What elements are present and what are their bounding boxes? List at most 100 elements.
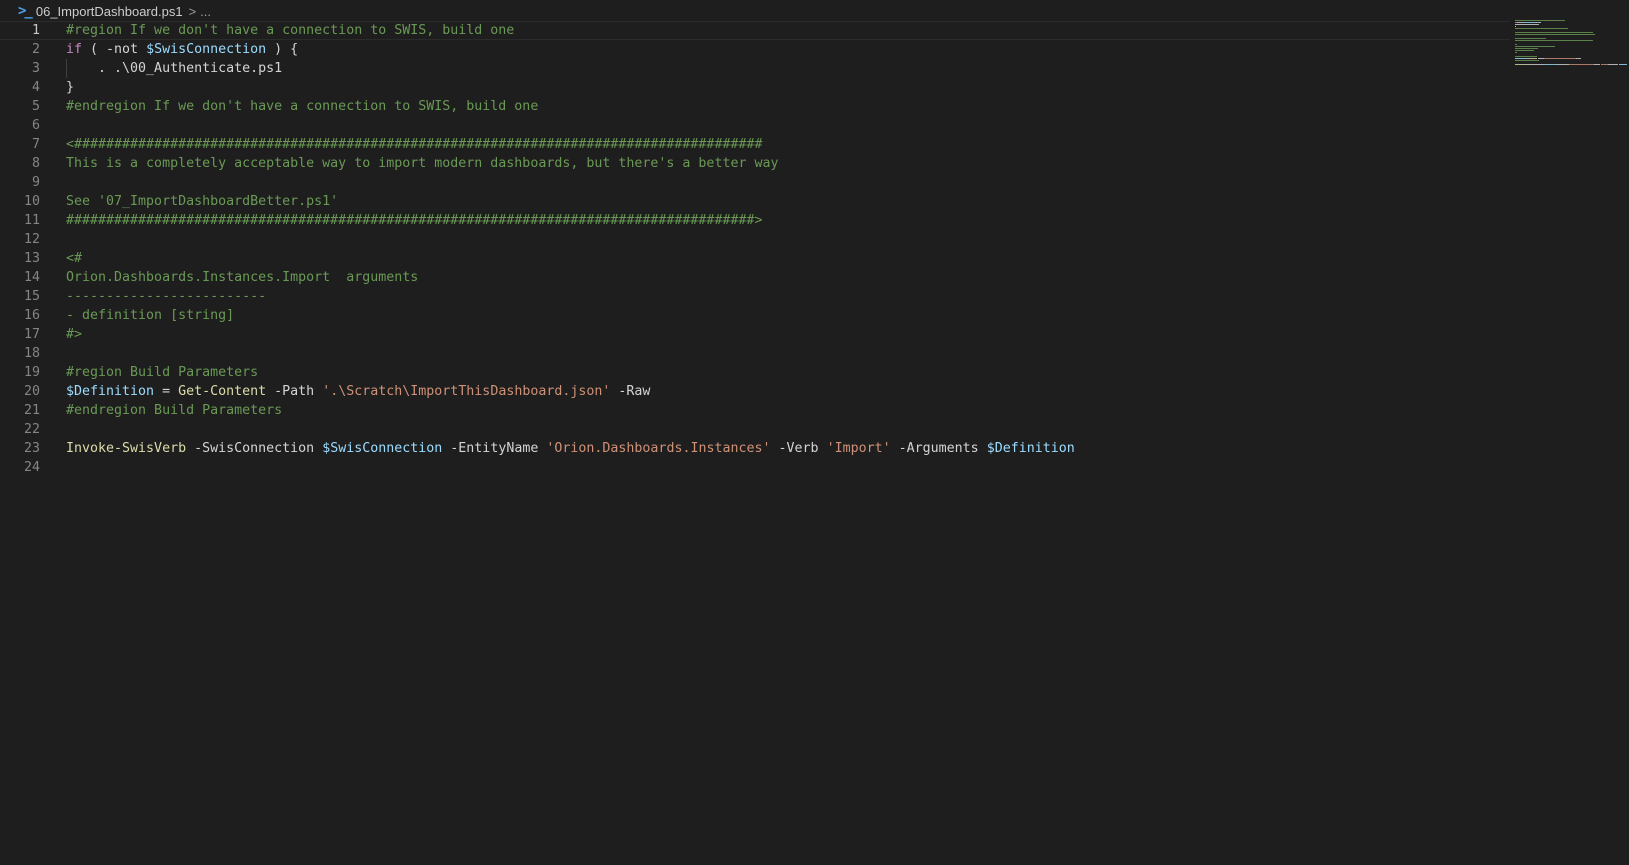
line-text: #> [66, 325, 82, 344]
line-number: 23 [23, 441, 40, 456]
code-line[interactable]: 7 <######################################… [0, 135, 1510, 154]
code-token: See '07_ImportDashboardBetter.ps1' [66, 194, 339, 209]
minimap-mark [1515, 40, 1594, 41]
line-number: 11 [23, 213, 40, 228]
code-line[interactable]: 4} [0, 78, 1510, 97]
code-line[interactable]: 2 if ( -not $SwisConnection ) { [0, 40, 1510, 59]
code-line[interactable]: 21 #endregion Build Parameters [0, 401, 1510, 420]
code-token: #endregion If we don't have a connection… [66, 99, 539, 114]
code-line[interactable]: 5 #endregion If we don't have a connectio… [0, 97, 1510, 116]
line-number: 8 [31, 156, 40, 171]
code-token: -Raw [610, 384, 651, 399]
minimap-mark [1515, 26, 1516, 27]
line-number: 4 [31, 80, 40, 95]
code-line[interactable]: 22 [0, 420, 1510, 439]
code-line[interactable]: 8 This is a completely acceptable way to … [0, 154, 1510, 173]
code-line[interactable]: 10 See '07_ImportDashboardBetter.ps1' [0, 192, 1510, 211]
line-text: if ( -not $SwisConnection ) { [66, 40, 298, 59]
minimap-mark [1537, 22, 1542, 23]
line-text: Orion.Dashboards.Instances.Import argume… [66, 268, 418, 287]
breadcrumb-file[interactable]: 06_ImportDashboard.ps1 [36, 4, 183, 19]
line-number: 20 [23, 384, 40, 399]
code-line[interactable]: 3 . .\00_Authenticate.ps1 [0, 59, 1510, 78]
minimap-mark [1600, 64, 1608, 65]
minimap-mark [1515, 48, 1538, 49]
code-line[interactable]: 13 <# [0, 249, 1510, 268]
minimap-mark [1515, 58, 1525, 59]
code-line[interactable]: 17 #> [0, 325, 1510, 344]
code-line[interactable]: 24 [0, 458, 1510, 477]
line-number: 14 [23, 270, 40, 285]
code-token: #endregion Build Parameters [66, 403, 283, 418]
code-line[interactable]: 12 [0, 230, 1510, 249]
code-token: #> [66, 327, 83, 342]
code-line[interactable]: 16 - definition [string] [0, 306, 1510, 325]
minimap-mark [1607, 64, 1619, 65]
minimap-mark [1524, 22, 1538, 23]
breadcrumb-more[interactable]: ... [200, 4, 211, 19]
minimap-mark [1515, 28, 1569, 29]
code-line[interactable]: 23 Invoke-SwisVerb -SwisConnection $SwisC… [0, 439, 1510, 458]
line-number: 1 [31, 23, 40, 38]
code-line[interactable]: 18 [0, 344, 1510, 363]
line-number: 24 [23, 460, 40, 475]
powershell-icon: >_ [18, 3, 33, 19]
line-text: See '07_ImportDashboardBetter.ps1' [66, 192, 338, 211]
code-line[interactable]: 11 ######################################… [0, 211, 1510, 230]
line-number: 3 [31, 61, 40, 76]
line-number: 12 [23, 232, 40, 247]
line-text: #endregion Build Parameters [66, 401, 282, 420]
line-number: 6 [31, 118, 40, 133]
code-line[interactable]: 9 [0, 173, 1510, 192]
line-number: 7 [31, 137, 40, 152]
code-line[interactable]: 6 [0, 116, 1510, 135]
line-number: 16 [23, 308, 40, 323]
line-text: <# [66, 249, 82, 268]
code-token: if [66, 42, 83, 57]
minimap-mark [1515, 44, 1517, 45]
minimap-mark [1516, 22, 1524, 23]
code-line[interactable]: 20 $Definition = Get-Content -Path '.\Scr… [0, 382, 1510, 401]
code-token: #region Build Parameters [66, 365, 259, 380]
line-text: . .\00_Authenticate.ps1 [66, 59, 282, 78]
minimap-mark [1515, 56, 1537, 57]
minimap-mark [1515, 20, 1566, 21]
minimap-mark [1543, 58, 1577, 59]
line-number: 21 [23, 403, 40, 418]
minimap-mark [1515, 46, 1555, 47]
code-token: $SwisConnection [322, 441, 443, 456]
line-text: $Definition = Get-Content -Path '.\Scrat… [66, 382, 650, 401]
code-line[interactable]: 19 #region Build Parameters [0, 363, 1510, 382]
minimap-mark [1515, 38, 1546, 39]
minimap[interactable] [1513, 20, 1629, 80]
line-text: - definition [string] [66, 306, 234, 325]
minimap-mark [1515, 32, 1594, 33]
minimap-mark [1515, 52, 1517, 53]
minimap-mark [1515, 34, 1596, 35]
code-token: <# [66, 251, 83, 266]
line-number: 19 [23, 365, 40, 380]
code-line[interactable]: 14 Orion.Dashboards.Instances.Import argu… [0, 268, 1510, 287]
code-area[interactable]: 1 #region If we don't have a connection t… [0, 21, 1510, 477]
minimap-mark [1618, 64, 1627, 65]
line-number: 5 [31, 99, 40, 114]
code-token: <#######################################… [66, 137, 763, 152]
code-line[interactable]: 15 ------------------------- [0, 287, 1510, 306]
minimap-mark [1515, 64, 1529, 65]
line-number: 15 [23, 289, 40, 304]
minimap-mark [1515, 50, 1534, 51]
line-text: <#######################################… [66, 135, 762, 154]
code-token: Orion.Dashboards.Instances.Import argume… [66, 270, 419, 285]
code-line[interactable]: 1 #region If we don't have a connection t… [0, 21, 1510, 40]
minimap-mark [1543, 64, 1558, 65]
code-editor[interactable]: >_ 06_ImportDashboard.ps1 > ... 1 #region… [0, 0, 1629, 865]
code-token: } [66, 80, 75, 95]
code-token: -Path [266, 384, 323, 399]
line-text: This is a completely acceptable way to i… [66, 154, 778, 173]
code-token: 'Orion.Dashboards.Instances' [546, 441, 771, 456]
minimap-mark [1515, 24, 1540, 25]
code-token: 'Import' [826, 441, 891, 456]
line-number: 2 [31, 42, 40, 57]
code-token: -Arguments [890, 441, 987, 456]
line-text: ########################################… [66, 211, 762, 230]
